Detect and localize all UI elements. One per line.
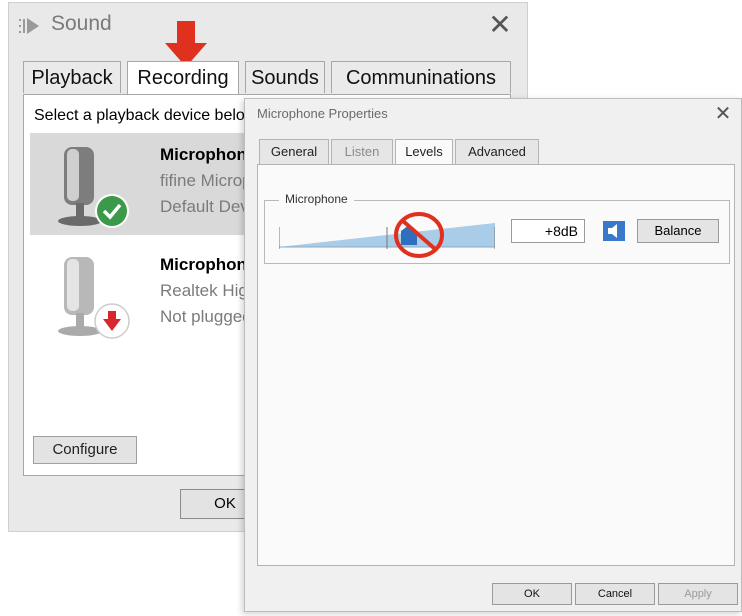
- green-check-icon: [97, 196, 127, 226]
- tab-general[interactable]: General: [259, 139, 329, 164]
- group-label: Microphone: [279, 192, 354, 206]
- red-down-arrow-icon: [108, 311, 116, 320]
- cancel-button[interactable]: Cancel: [575, 583, 655, 605]
- device-name: Microphone: [160, 255, 257, 274]
- microphone-level-slider[interactable]: [279, 212, 495, 258]
- ok-button[interactable]: OK: [492, 583, 572, 605]
- microphone-icon: [58, 257, 130, 339]
- tab-recording[interactable]: Recording: [127, 61, 239, 95]
- microphone-level-group: Microphone +8dB Balance: [264, 192, 730, 264]
- microphone-properties-window: Microphone Properties ✕ General Listen L…: [244, 98, 742, 612]
- close-icon[interactable]: ✕: [485, 9, 515, 41]
- mic-tab-bar: General Listen Levels Advanced: [259, 139, 559, 166]
- slider-track: [279, 223, 495, 249]
- speaker-mute-toggle-icon[interactable]: [603, 221, 625, 241]
- configure-button[interactable]: Configure: [33, 436, 137, 464]
- sound-tab-bar: Playback Recording Sounds Communinations: [23, 61, 513, 95]
- close-icon[interactable]: ✕: [711, 101, 735, 127]
- tab-playback[interactable]: Playback: [23, 61, 121, 93]
- prohibited-annotation-icon: [394, 212, 444, 258]
- microphone-icon: [58, 147, 129, 228]
- tab-listen[interactable]: Listen: [331, 139, 393, 164]
- apply-button[interactable]: Apply: [658, 583, 738, 605]
- sound-title-bar: Sound ✕: [9, 3, 527, 47]
- tab-advanced[interactable]: Advanced: [455, 139, 539, 164]
- tab-communications[interactable]: Communinations: [331, 61, 511, 93]
- window-title: Microphone Properties: [257, 106, 388, 121]
- level-value-field: +8dB: [511, 219, 585, 243]
- tab-levels[interactable]: Levels: [395, 139, 453, 166]
- window-title: Sound: [51, 12, 112, 35]
- tab-sounds[interactable]: Sounds: [245, 61, 325, 93]
- speaker-icon: [19, 18, 39, 34]
- device-name: Microphone: [160, 145, 257, 164]
- balance-button[interactable]: Balance: [637, 219, 719, 243]
- levels-panel: Microphone +8dB Balance: [257, 164, 735, 566]
